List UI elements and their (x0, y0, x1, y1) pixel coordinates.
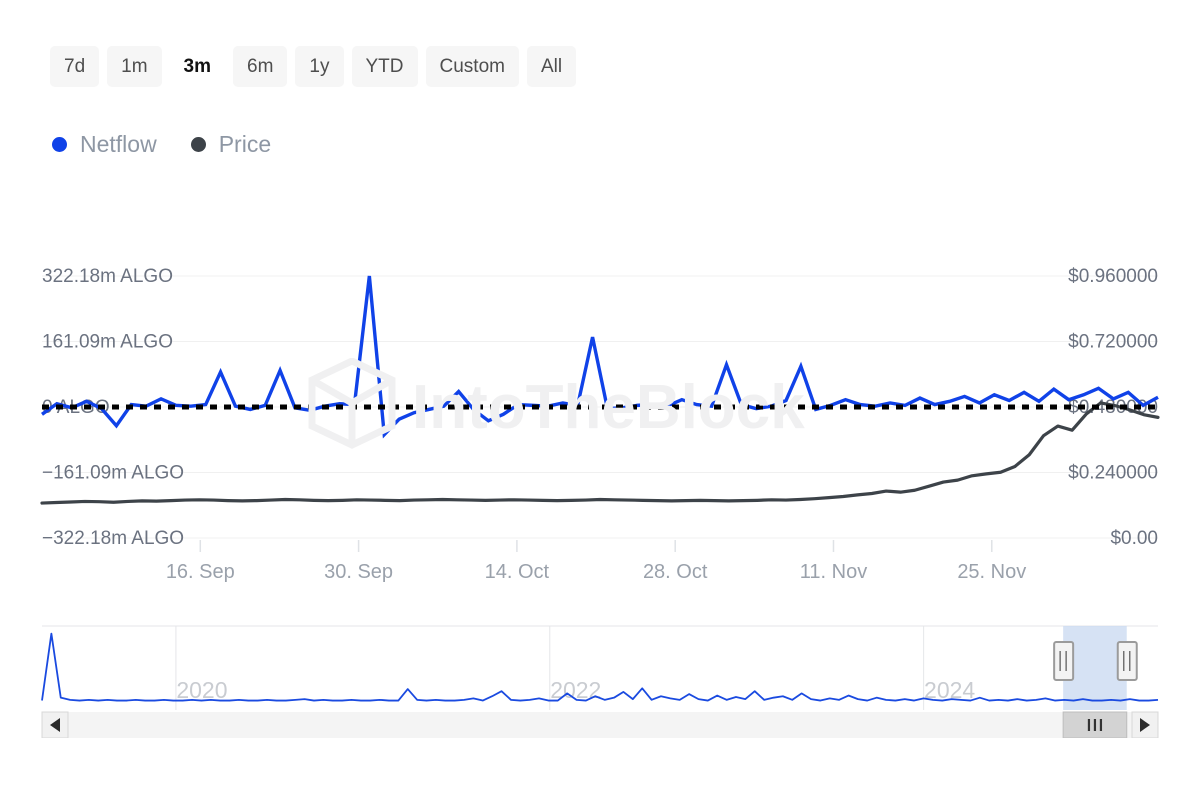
chart-navigator[interactable]: 2020 2022 2024 (0, 608, 1200, 739)
scrollbar-right-button[interactable] (1131, 711, 1159, 739)
range-button-ytd[interactable]: YTD (351, 46, 418, 87)
chart-legend: Netflow Price (52, 133, 271, 156)
y-axis-right-tick-label: $0.960000 (1068, 266, 1158, 287)
legend-label: Netflow (80, 131, 157, 157)
chart-canvas: 322.18m ALGO161.09m ALGO0 ALGO−161.09m A… (40, 266, 1160, 583)
range-button-1y[interactable]: 1y (295, 46, 344, 87)
scrollbar-left-button[interactable] (41, 711, 69, 739)
series-line-price (40, 401, 1160, 505)
scrollbar-track[interactable] (42, 712, 1158, 738)
legend-item-netflow[interactable]: Netflow (52, 133, 157, 156)
series-line-netflow (41, 275, 1159, 439)
navigator-canvas: 2020 2022 2024 (41, 625, 1159, 739)
x-axis-tick-label: 28. Oct (643, 561, 708, 583)
main-chart[interactable]: 322.18m ALGO161.09m ALGO0 ALGO−161.09m A… (0, 230, 1200, 590)
legend-dot-netflow-icon (52, 137, 67, 152)
legend-label: Price (218, 131, 272, 157)
range-button-all[interactable]: All (526, 46, 577, 87)
range-button-3m[interactable]: 3m (169, 46, 226, 87)
range-button-6m[interactable]: 6m (233, 46, 288, 87)
netflow-price-chart-widget: 7d 1m 3m 6m 1y YTD Custom All Netflow Price 322.… (0, 0, 1200, 800)
range-button-7d[interactable]: 7d (50, 46, 100, 87)
y-axis-left-tick-label: −322.18m ALGO (42, 528, 184, 549)
series-lines (40, 275, 1160, 505)
x-axis-tick-label: 30. Sep (324, 561, 393, 583)
legend-dot-price-icon (190, 137, 206, 152)
x-axis-labels: 16. Sep 30. Sep 14. Oct 28. Oct 11. Nov 25. N… (166, 540, 1026, 583)
navigator-scrollbar[interactable] (41, 711, 1159, 739)
y-axis-left-tick-label: −161.09m ALGO (42, 463, 184, 484)
range-button-1m[interactable]: 1m (107, 46, 162, 87)
y-axis-left-tick-label: 161.09m ALGO (42, 332, 173, 353)
navigator-year-label: 2020 (176, 677, 227, 703)
y-axis-right-tick-label: $0.720000 (1068, 332, 1158, 353)
x-axis-tick-label: 11. Nov (800, 561, 867, 583)
x-axis-tick-label: 25. Nov (957, 561, 1026, 583)
y-axis-right-tick-label: $0.240000 (1068, 463, 1158, 484)
range-selector: 7d 1m 3m 6m 1y YTD Custom All (50, 46, 577, 87)
legend-item-price[interactable]: Price (190, 131, 272, 157)
scrollbar-thumb[interactable] (1062, 711, 1128, 739)
x-axis-tick-label: 16. Sep (166, 561, 235, 583)
range-button-custom[interactable]: Custom (425, 46, 519, 87)
y-axis-left-tick-label: 322.18m ALGO (42, 266, 173, 287)
x-axis-tick-label: 14. Oct (485, 561, 550, 583)
navigator-handle-left[interactable] (1053, 641, 1075, 681)
navigator-handle-right[interactable] (1116, 641, 1138, 681)
y-axis-right-tick-label: $0.00 (1110, 528, 1158, 549)
